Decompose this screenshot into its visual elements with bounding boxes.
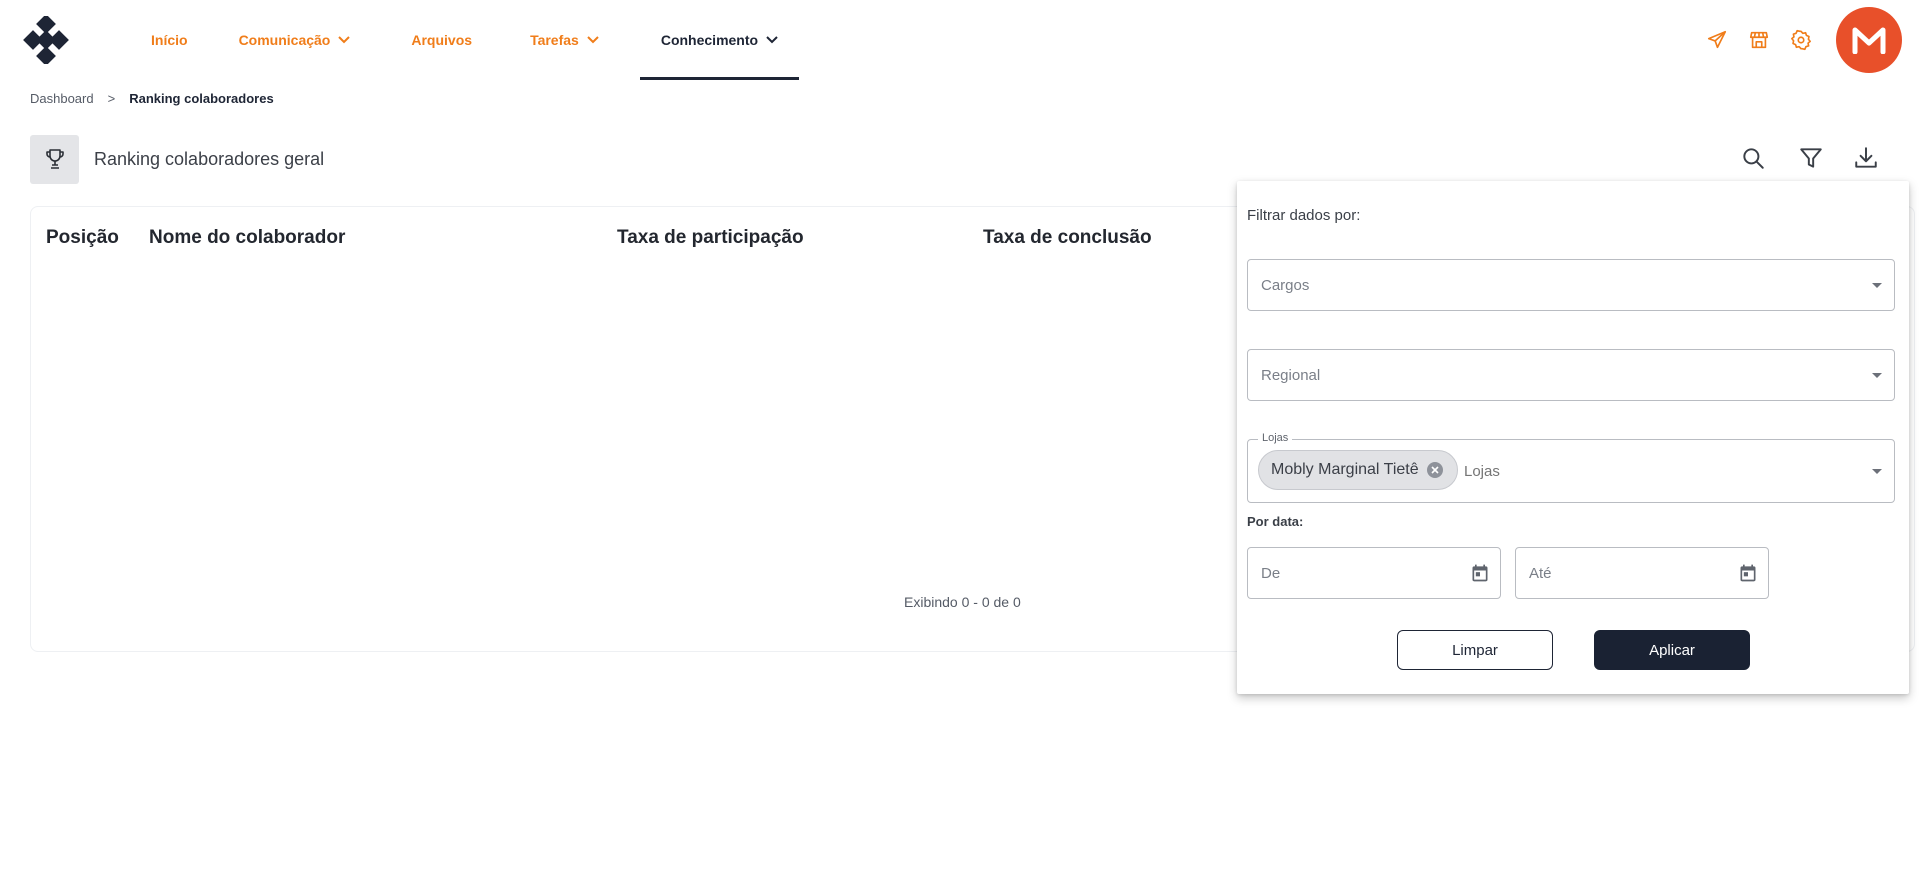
nav-item-conhecimento[interactable]: Conhecimento: [639, 0, 800, 80]
top-navbar: Início Comunicação Arquivos Tarefas Conh…: [0, 0, 1920, 80]
download-icon[interactable]: [1848, 140, 1884, 176]
breadcrumb: Dashboard > Ranking colaboradores: [30, 91, 274, 106]
page-title: Ranking colaboradores geral: [94, 148, 325, 169]
nav-item-arquivos[interactable]: Arquivos: [371, 0, 493, 80]
lojas-input[interactable]: [1464, 463, 1804, 480]
nav-item-inicio[interactable]: Início: [130, 0, 209, 80]
filter-panel-title: Filtrar dados por:: [1247, 207, 1361, 224]
column-header-participacao[interactable]: Taxa de participação: [617, 227, 804, 249]
chip-remove-icon[interactable]: [1426, 462, 1443, 478]
chip-label: Mobly Marginal Tietê: [1271, 461, 1419, 478]
date-to-placeholder: Até: [1529, 565, 1552, 582]
lojas-chip: Mobly Marginal Tietê: [1258, 450, 1458, 490]
caret-down-icon: [1872, 283, 1882, 288]
nav-item-comunicacao[interactable]: Comunicação: [209, 0, 372, 80]
filter-panel: Filtrar dados por: Cargos Regional Lojas…: [1237, 181, 1909, 694]
search-icon[interactable]: [1735, 140, 1771, 176]
date-from-field[interactable]: De: [1247, 547, 1501, 599]
top-right-icons: [1696, 0, 1920, 80]
nav-item-label: Comunicação: [238, 32, 331, 48]
main-nav: Início Comunicação Arquivos Tarefas Conh…: [130, 0, 800, 80]
nav-item-label: Arquivos: [411, 32, 473, 48]
user-avatar[interactable]: [1836, 7, 1902, 73]
calendar-icon[interactable]: [1470, 563, 1490, 588]
page-header: Ranking colaboradores geral: [30, 134, 324, 184]
column-header-conclusao[interactable]: Taxa de conclusão: [983, 227, 1152, 249]
column-header-nome[interactable]: Nome do colaborador: [149, 227, 345, 249]
nav-item-label: Conhecimento: [660, 32, 759, 48]
calendar-icon[interactable]: [1738, 563, 1758, 588]
column-header-posicao[interactable]: Posição: [46, 227, 119, 249]
cargos-select[interactable]: Cargos: [1247, 259, 1895, 311]
lojas-select[interactable]: Lojas Mobly Marginal Tietê: [1247, 432, 1895, 503]
breadcrumb-current: Ranking colaboradores: [129, 91, 274, 106]
breadcrumb-dashboard-link[interactable]: Dashboard: [30, 91, 94, 106]
app-logo[interactable]: [22, 14, 70, 66]
date-from-placeholder: De: [1261, 565, 1281, 582]
nav-item-label: Tarefas: [530, 32, 579, 48]
caret-down-icon: [1872, 373, 1882, 378]
regional-placeholder: Regional: [1261, 367, 1321, 384]
pagination-status: Exibindo 0 - 0 de 0: [904, 594, 1021, 610]
settings-icon[interactable]: [1780, 19, 1822, 61]
chevron-down-icon: [587, 36, 599, 44]
chevron-down-icon: [766, 36, 778, 44]
filter-icon[interactable]: [1793, 140, 1829, 176]
clear-button[interactable]: Limpar: [1397, 630, 1553, 670]
cargos-placeholder: Cargos: [1261, 277, 1310, 294]
trophy-icon: [30, 134, 79, 184]
date-filter-label: Por data:: [1247, 514, 1304, 529]
store-icon[interactable]: [1738, 19, 1780, 61]
breadcrumb-separator: >: [107, 91, 116, 106]
caret-down-icon: [1872, 469, 1882, 474]
nav-item-tarefas[interactable]: Tarefas: [493, 0, 620, 80]
date-to-field[interactable]: Até: [1515, 547, 1769, 599]
lojas-label: Lojas: [1258, 432, 1293, 444]
nav-item-label: Início: [151, 32, 188, 48]
chevron-down-icon: [338, 36, 351, 44]
apply-button[interactable]: Aplicar: [1594, 630, 1750, 670]
send-icon[interactable]: [1696, 19, 1738, 61]
regional-select[interactable]: Regional: [1247, 349, 1895, 401]
